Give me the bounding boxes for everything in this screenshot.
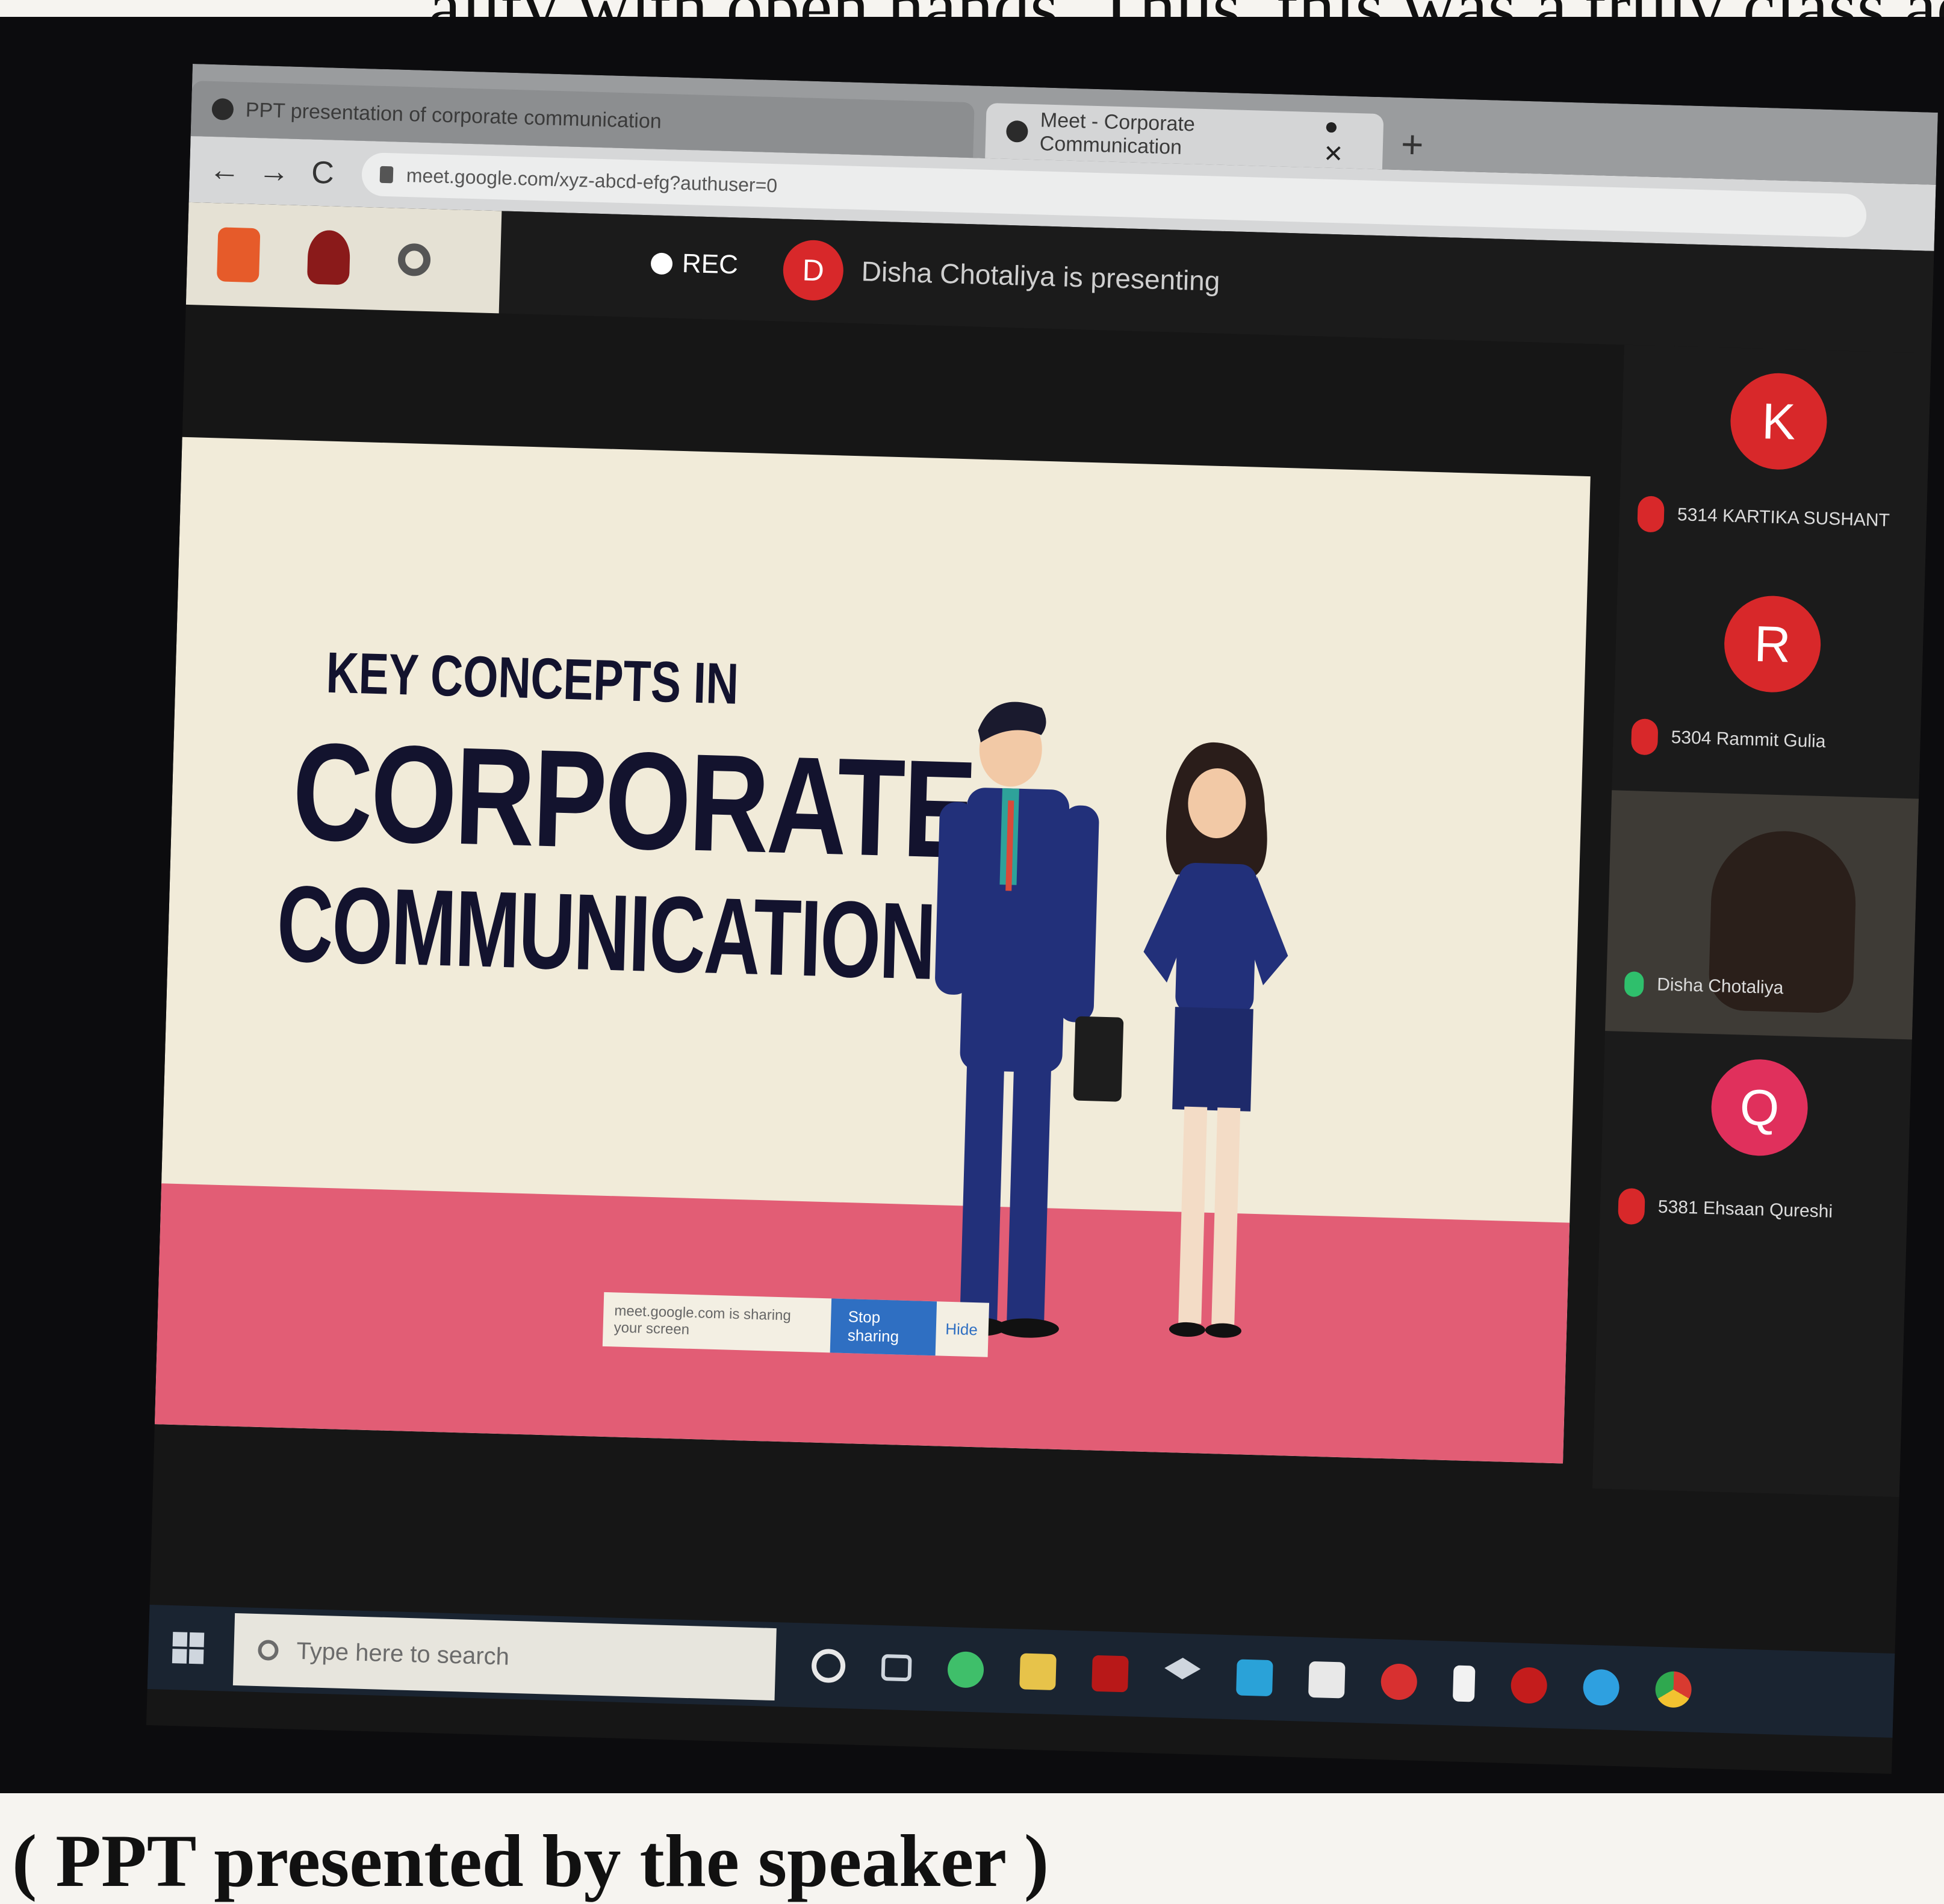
settings-icon[interactable]: [397, 243, 431, 277]
participant-name-row: 5314 KARTIKA SUSHANT: [1637, 496, 1890, 539]
participant-name: Disha Chotaliya: [1656, 974, 1784, 998]
hide-button[interactable]: Hide: [945, 1319, 978, 1339]
url-text: meet.google.com/xyz-abcd-efg?authuser=0: [406, 164, 778, 196]
photo-of-monitor: PPT presentation of corporate communicat…: [0, 17, 1944, 1793]
chrome-icon[interactable]: [1654, 1670, 1692, 1708]
new-tab-button[interactable]: +: [1400, 122, 1424, 167]
thumbs-up-icon[interactable]: [216, 227, 261, 283]
task-view-icon[interactable]: [881, 1654, 912, 1682]
presentation-slide: KEY CONCEPTS IN CORPORATE COMMUNICATION: [154, 437, 1591, 1464]
profile-avatar-icon[interactable]: [306, 229, 351, 285]
participant-name-row: 5304 Rammit Gulia: [1630, 718, 1826, 760]
back-arrow-icon[interactable]: ←: [208, 152, 241, 188]
presenter-avatar: D: [782, 239, 845, 302]
recording-dot-icon: [650, 252, 673, 275]
participant-avatar: K: [1729, 372, 1828, 471]
participant-name-row: Disha Chotaliya: [1624, 971, 1784, 1001]
slide-title-line-2: COMMUNICATION: [275, 863, 937, 1003]
participant-name: 5304 Rammit Gulia: [1671, 727, 1826, 752]
mic-muted-icon: [1630, 718, 1659, 756]
participant-tile[interactable]: Q 5381 Ehsaan Qureshi: [1598, 1037, 1911, 1274]
windows-taskbar: Type here to search: [147, 1605, 1895, 1738]
tab-label: PPT presentation of corporate communicat…: [245, 98, 662, 133]
figure-caption: ( PPT presented by the speaker ): [12, 1820, 1049, 1902]
mic-muted-icon: [1618, 1187, 1645, 1225]
taskbar-search-input[interactable]: Type here to search: [232, 1613, 777, 1701]
meet-favicon-icon: [1005, 120, 1028, 143]
store-icon[interactable]: [1308, 1661, 1346, 1699]
recording-label: REC: [682, 248, 739, 280]
mic-muted-icon: [1637, 496, 1665, 533]
participant-tile[interactable]: R 5304 Rammit Gulia: [1612, 573, 1925, 786]
search-placeholder: Type here to search: [296, 1637, 510, 1670]
extension-strip: [185, 202, 502, 314]
start-icon[interactable]: [172, 1632, 205, 1664]
dropbox-icon[interactable]: [1164, 1657, 1201, 1694]
participant-avatar: Q: [1710, 1058, 1809, 1157]
mic-active-icon: [1624, 971, 1644, 997]
stop-sharing-button[interactable]: Stop sharing: [830, 1298, 937, 1356]
participant-name: 5381 Ehsaan Qureshi: [1657, 1196, 1833, 1222]
share-notice-text: meet.google.com is sharing your screen: [613, 1302, 792, 1338]
reload-icon[interactable]: C: [307, 154, 338, 191]
participant-video-tile[interactable]: Disha Chotaliya: [1605, 790, 1919, 1040]
business-people-illustration: [935, 702, 1288, 1338]
participants-panel: K 5314 KARTIKA SUSHANT R 5304 Rammit Gul…: [1592, 344, 1931, 1498]
file-explorer-icon[interactable]: [1019, 1653, 1057, 1691]
tab-label: Meet - Corporate Communication: [1039, 108, 1196, 159]
slide-title-line-1: CORPORATE: [290, 714, 977, 888]
participant-avatar: R: [1722, 594, 1822, 694]
forward-arrow-icon[interactable]: →: [258, 153, 290, 190]
slide-subtitle: KEY CONCEPTS IN: [325, 640, 740, 717]
tab-close-icon[interactable]: ● ✕: [1323, 113, 1363, 169]
opera-icon[interactable]: [1380, 1663, 1418, 1700]
adobe-icon[interactable]: [1092, 1655, 1129, 1693]
screen-share-notice: meet.google.com is sharing your screen S…: [602, 1292, 990, 1357]
notes-icon[interactable]: [1452, 1665, 1476, 1702]
lock-icon: [379, 166, 394, 184]
participant-name-row: 5381 Ehsaan Qureshi: [1618, 1187, 1833, 1230]
businessman-figure: [935, 702, 1124, 1338]
tab-favicon-icon: [211, 98, 234, 120]
search-icon: [258, 1640, 279, 1661]
media-icon[interactable]: [1510, 1667, 1548, 1704]
participant-tile[interactable]: K 5314 KARTIKA SUSHANT: [1618, 345, 1931, 570]
skype-icon[interactable]: [1582, 1669, 1620, 1706]
mail-icon[interactable]: [1236, 1659, 1273, 1697]
edge-icon[interactable]: [947, 1651, 984, 1688]
presenting-status: Disha Chotaliya is presenting: [861, 255, 1221, 297]
screen: PPT presentation of corporate communicat…: [146, 64, 1938, 1774]
cortana-icon[interactable]: [811, 1648, 846, 1684]
participant-name: 5314 KARTIKA SUSHANT: [1677, 505, 1890, 530]
businesswoman-figure: [1143, 742, 1288, 1338]
